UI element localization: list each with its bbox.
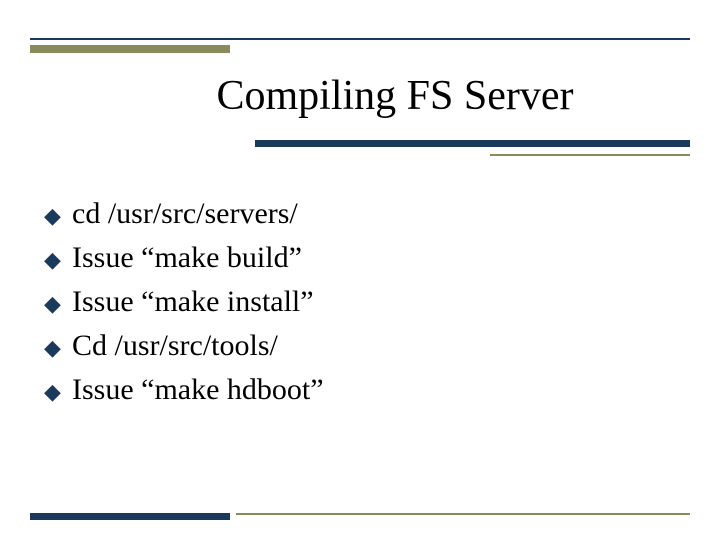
- list-item: ◆ Cd /usr/src/tools/: [44, 327, 690, 365]
- list-item: ◆ Issue “make hdboot”: [44, 371, 690, 409]
- bullet-list: ◆ cd /usr/src/servers/ ◆ Issue “make bui…: [44, 195, 690, 415]
- list-item: ◆ cd /usr/src/servers/: [44, 195, 690, 233]
- list-item: ◆ Issue “make build”: [44, 239, 690, 277]
- footer-thin-line: [236, 513, 690, 520]
- list-item-text: cd /usr/src/servers/: [72, 195, 298, 233]
- slide-title: Compiling FS Server: [0, 72, 720, 120]
- diamond-bullet-icon: ◆: [44, 200, 72, 232]
- list-item-text: Issue “make hdboot”: [72, 371, 324, 409]
- top-thick-accent: [30, 45, 230, 53]
- title-underline-thin: [490, 154, 690, 156]
- top-thin-line: [30, 38, 690, 40]
- diamond-bullet-icon: ◆: [44, 332, 72, 364]
- list-item-text: Issue “make install”: [72, 283, 314, 321]
- footer-thick-accent: [30, 513, 230, 520]
- list-item: ◆ Issue “make install”: [44, 283, 690, 321]
- list-item-text: Issue “make build”: [72, 239, 302, 277]
- top-rule: [30, 38, 690, 40]
- diamond-bullet-icon: ◆: [44, 376, 72, 408]
- title-underline-thick: [255, 140, 690, 147]
- diamond-bullet-icon: ◆: [44, 244, 72, 276]
- list-item-text: Cd /usr/src/tools/: [72, 327, 278, 365]
- diamond-bullet-icon: ◆: [44, 288, 72, 320]
- title-underline: [255, 140, 690, 147]
